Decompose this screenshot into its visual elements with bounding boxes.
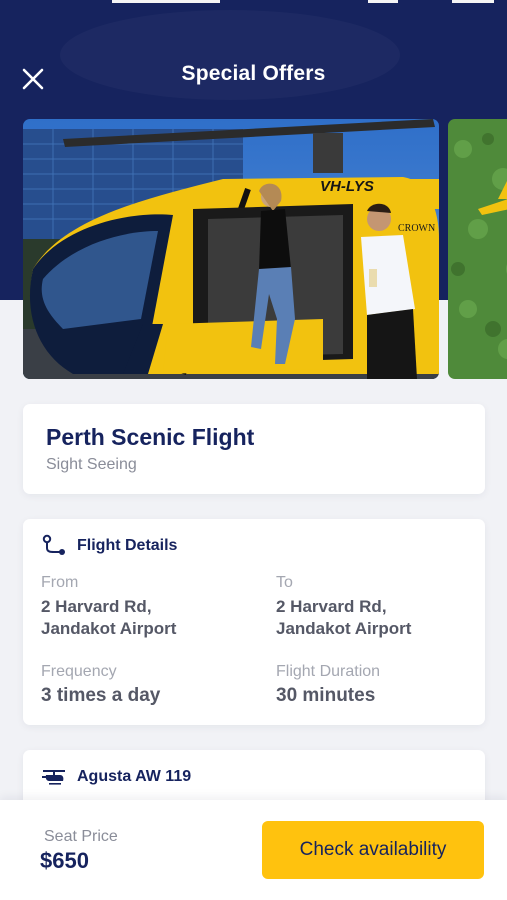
to-value-line2: Jandakot Airport — [276, 619, 412, 638]
flight-details-card: Flight Details From 2 Harvard Rd, Jandak… — [23, 519, 485, 725]
route-icon — [42, 534, 65, 555]
duration-label: Flight Duration — [276, 663, 381, 680]
frequency-value: 3 times a day — [41, 685, 161, 706]
aircraft-name: Agusta AW 119 — [77, 768, 192, 785]
carousel-slide[interactable]: VH-LYS CROWN — [23, 119, 439, 379]
offer-category: Sight Seeing — [46, 456, 137, 473]
page-title: Special Offers — [181, 62, 326, 85]
status-strip — [452, 0, 494, 3]
seat-price-value: $650 — [40, 848, 89, 873]
from-value-line2: Jandakot Airport — [41, 619, 177, 638]
offer-title: Perth Scenic Flight — [46, 424, 255, 450]
to-field: To 2 Harvard Rd, Jandakot Airport — [276, 574, 411, 640]
app-header: Special Offers — [0, 52, 507, 100]
status-strip — [112, 0, 220, 3]
image-carousel[interactable]: VH-LYS CROWN — [23, 119, 507, 379]
aircraft-header: Agusta AW 119 — [41, 764, 191, 790]
registration-text: VH-LYS — [320, 178, 374, 195]
flight-details-heading: Flight Details — [77, 537, 178, 554]
carousel-slide-next[interactable] — [448, 119, 507, 379]
helicopter-icon — [42, 770, 65, 785]
offer-card: Perth Scenic Flight Sight Seeing — [23, 404, 485, 494]
frequency-field: Frequency 3 times a day — [41, 663, 160, 707]
helicopter-grass-photo — [448, 119, 507, 379]
from-field: From 2 Harvard Rd, Jandakot Airport — [41, 574, 176, 640]
from-label: From — [41, 574, 79, 591]
flight-details-header: Flight Details — [41, 533, 177, 559]
to-label: To — [276, 574, 293, 591]
duration-field: Flight Duration 30 minutes — [276, 663, 380, 707]
crown-logo-text: CROWN — [398, 223, 435, 234]
booking-bar: Seat Price $650 Check availability — [0, 800, 507, 900]
frequency-label: Frequency — [41, 663, 117, 680]
status-strip — [368, 0, 398, 3]
helicopter-photo: VH-LYS CROWN — [23, 119, 439, 379]
from-value-line1: 2 Harvard Rd, — [41, 597, 152, 616]
duration-value: 30 minutes — [276, 685, 376, 706]
check-availability-button[interactable]: Check availability — [262, 821, 484, 879]
to-value-line1: 2 Harvard Rd, — [276, 597, 387, 616]
seat-price-label: Seat Price — [44, 828, 118, 845]
